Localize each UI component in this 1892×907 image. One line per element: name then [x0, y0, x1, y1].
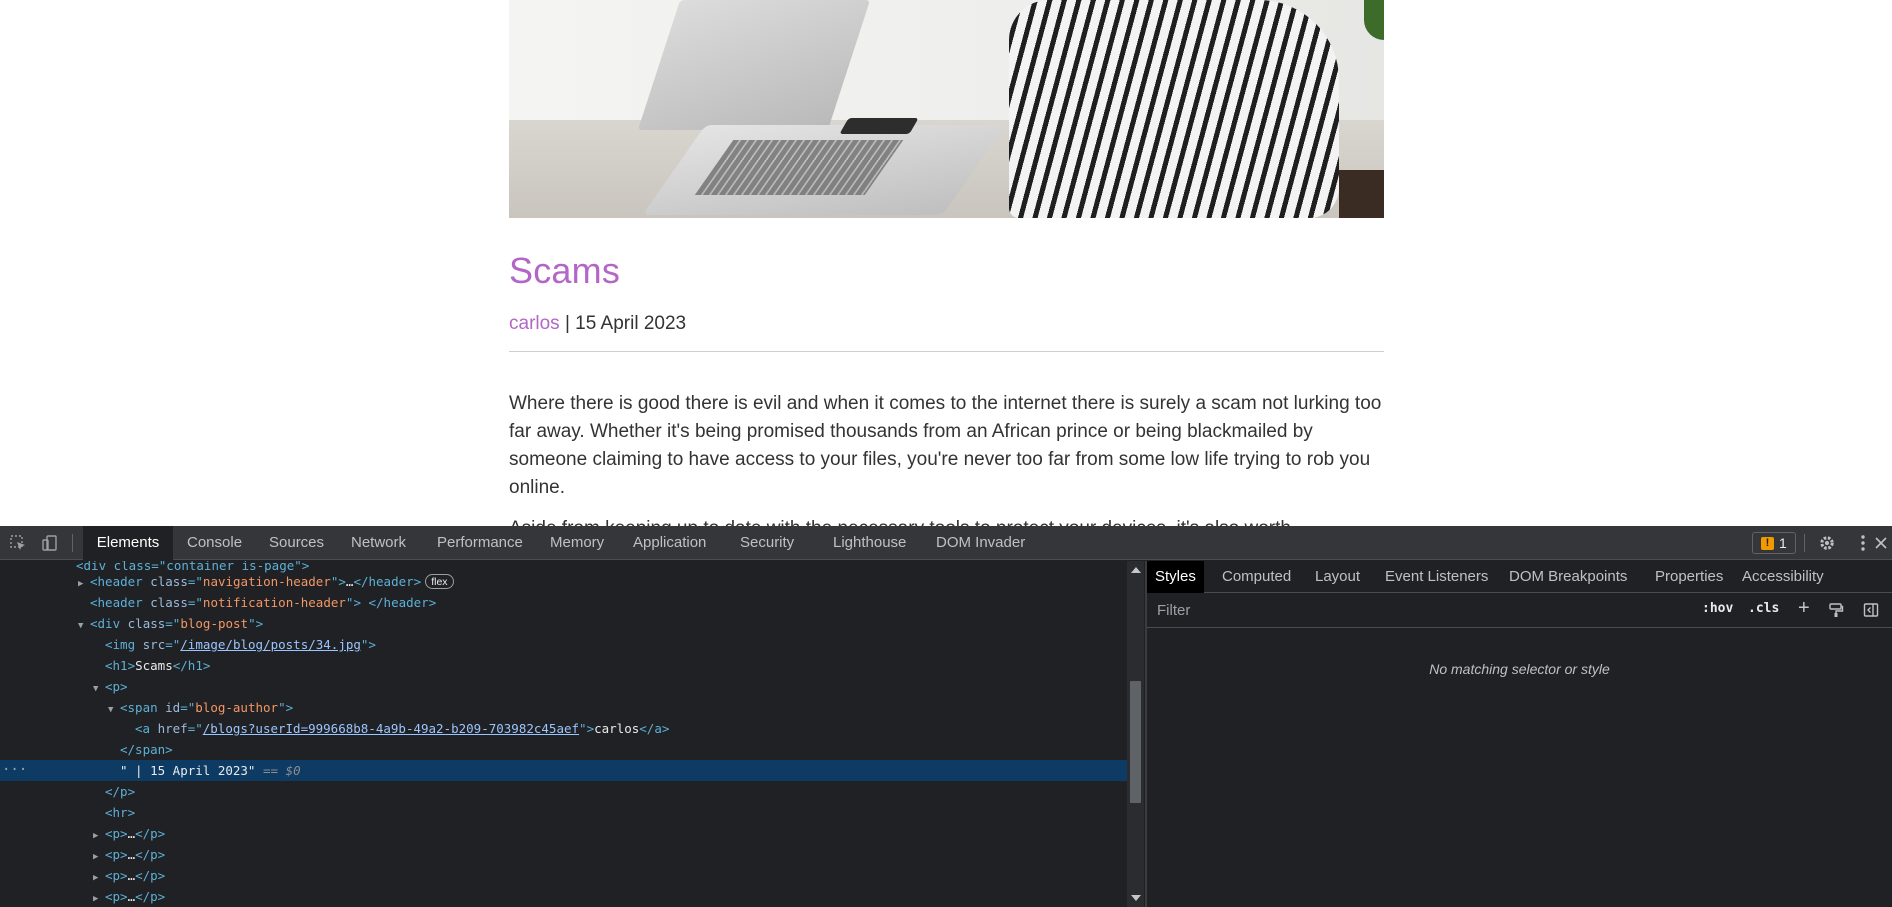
tab-application[interactable]: Application: [633, 526, 706, 560]
dom-node-p-collapsed[interactable]: ▶ <p>…</p>: [0, 886, 1127, 907]
page-viewport: Scams carlos | 15 April 2023 Where there…: [0, 0, 1892, 526]
dom-node-span-close: </span>: [120, 742, 173, 757]
dom-node-blog-post[interactable]: ▼ <div class="blog-post">: [0, 613, 1127, 634]
hov-toggle[interactable]: :hov: [1702, 601, 1733, 616]
styles-filter-bar: Filter :hov .cls +: [1147, 594, 1892, 628]
tab-security[interactable]: Security: [740, 526, 794, 560]
dom-node-hr[interactable]: <hr>: [0, 802, 1127, 823]
scroll-up-arrow-icon[interactable]: [1131, 567, 1141, 573]
tab-lighthouse[interactable]: Lighthouse: [833, 526, 906, 560]
tab-computed[interactable]: Computed: [1222, 561, 1291, 593]
node-actions-icon[interactable]: ···: [2, 760, 27, 781]
dom-node-h1[interactable]: <h1>Scams</h1>: [0, 655, 1127, 676]
dom-node-notification-header[interactable]: <header class="notification-header"> </h…: [0, 592, 1127, 613]
tab-properties[interactable]: Properties: [1655, 561, 1723, 593]
post-divider: [509, 351, 1384, 352]
blog-post: Scams carlos | 15 April 2023 Where there…: [509, 0, 1384, 526]
filter-placeholder: Filter: [1157, 602, 1191, 619]
tab-elements[interactable]: Elements: [83, 526, 173, 560]
post-date: | 15 April 2023: [564, 313, 687, 334]
close-devtools-icon[interactable]: [1870, 533, 1892, 553]
tab-console[interactable]: Console: [187, 526, 242, 560]
dom-node-navigation-header[interactable]: ▶ <header class="navigation-header">…</he…: [0, 571, 1127, 592]
scroll-down-arrow-icon[interactable]: [1131, 895, 1141, 901]
toggle-sidebar-icon[interactable]: [1863, 602, 1879, 618]
dom-node-p-collapsed[interactable]: ▶ <p>…</p>: [0, 823, 1127, 844]
tab-dom-invader[interactable]: DOM Invader: [936, 526, 1025, 560]
flex-badge[interactable]: flex: [425, 574, 454, 589]
warning-icon: !: [1761, 536, 1774, 550]
tab-sources[interactable]: Sources: [269, 526, 324, 560]
tab-network[interactable]: Network: [351, 526, 406, 560]
styles-filter-input[interactable]: Filter: [1151, 600, 1691, 622]
dom-node-img[interactable]: <img src="/image/blog/posts/34.jpg">: [0, 634, 1127, 655]
a-href-link[interactable]: /blogs?userId=999668b8-4a9b-49a2-b209-70…: [203, 721, 579, 736]
tab-styles[interactable]: Styles: [1147, 561, 1204, 593]
tab-layout[interactable]: Layout: [1315, 561, 1360, 593]
post-paragraph-partial: Aside from keeping up to date with the n…: [509, 515, 1389, 526]
devtools-tabbar: Elements Console Sources Network Perform…: [0, 526, 1892, 560]
expand-triangle-icon[interactable]: ▶: [93, 889, 105, 907]
dom-node-p-close: </p>: [105, 784, 136, 799]
dom-tree: <div class="container is-page"> ▶ <header…: [0, 561, 1127, 907]
new-style-rule-button[interactable]: +: [1798, 597, 1810, 620]
paint-brush-icon[interactable]: [1828, 602, 1844, 618]
post-meta: carlos | 15 April 2023: [509, 313, 686, 335]
post-title: Scams: [509, 250, 621, 291]
devtools-panel: Elements Console Sources Network Perform…: [0, 526, 1892, 907]
blog-hero-image: [509, 0, 1384, 218]
author-link[interactable]: carlos: [509, 313, 560, 334]
tab-event-listeners[interactable]: Event Listeners: [1385, 561, 1488, 593]
dom-node-a[interactable]: <a href="/blogs?userId=999668b8-4a9b-49a…: [0, 718, 1127, 739]
dom-node-span-author[interactable]: ▼ <span id="blog-author">: [0, 697, 1127, 718]
post-paragraph: Where there is good there is evil and wh…: [509, 393, 1382, 498]
dom-node-p[interactable]: ▼ <p>: [0, 676, 1127, 697]
dom-tree-scrollbar[interactable]: [1127, 561, 1144, 907]
inspect-element-icon[interactable]: [7, 533, 29, 553]
dom-node-p-collapsed[interactable]: ▶ <p>…</p>: [0, 844, 1127, 865]
issues-count: 1: [1779, 535, 1787, 551]
device-toolbar-icon[interactable]: [39, 533, 61, 553]
dom-node-selected-text[interactable]: ··· " | 15 April 2023" == $0: [0, 760, 1127, 781]
tab-dom-breakpoints[interactable]: DOM Breakpoints: [1509, 561, 1627, 593]
tab-memory[interactable]: Memory: [550, 526, 604, 560]
scrollbar-thumb[interactable]: [1130, 681, 1141, 803]
tab-accessibility[interactable]: Accessibility: [1742, 561, 1824, 593]
styles-pane: Styles Computed Layout Event Listeners D…: [1147, 561, 1892, 907]
settings-gear-icon[interactable]: [1816, 533, 1838, 553]
cls-toggle[interactable]: .cls: [1748, 601, 1779, 616]
tab-performance[interactable]: Performance: [437, 526, 523, 560]
issues-badge[interactable]: ! 1: [1752, 532, 1796, 554]
styles-tabbar: Styles Computed Layout Event Listeners D…: [1147, 561, 1892, 593]
dom-node-p-collapsed[interactable]: ▶ <p>…</p>: [0, 865, 1127, 886]
styles-empty-message: No matching selector or style: [1429, 661, 1610, 677]
img-src-link[interactable]: /image/blog/posts/34.jpg: [180, 637, 361, 652]
